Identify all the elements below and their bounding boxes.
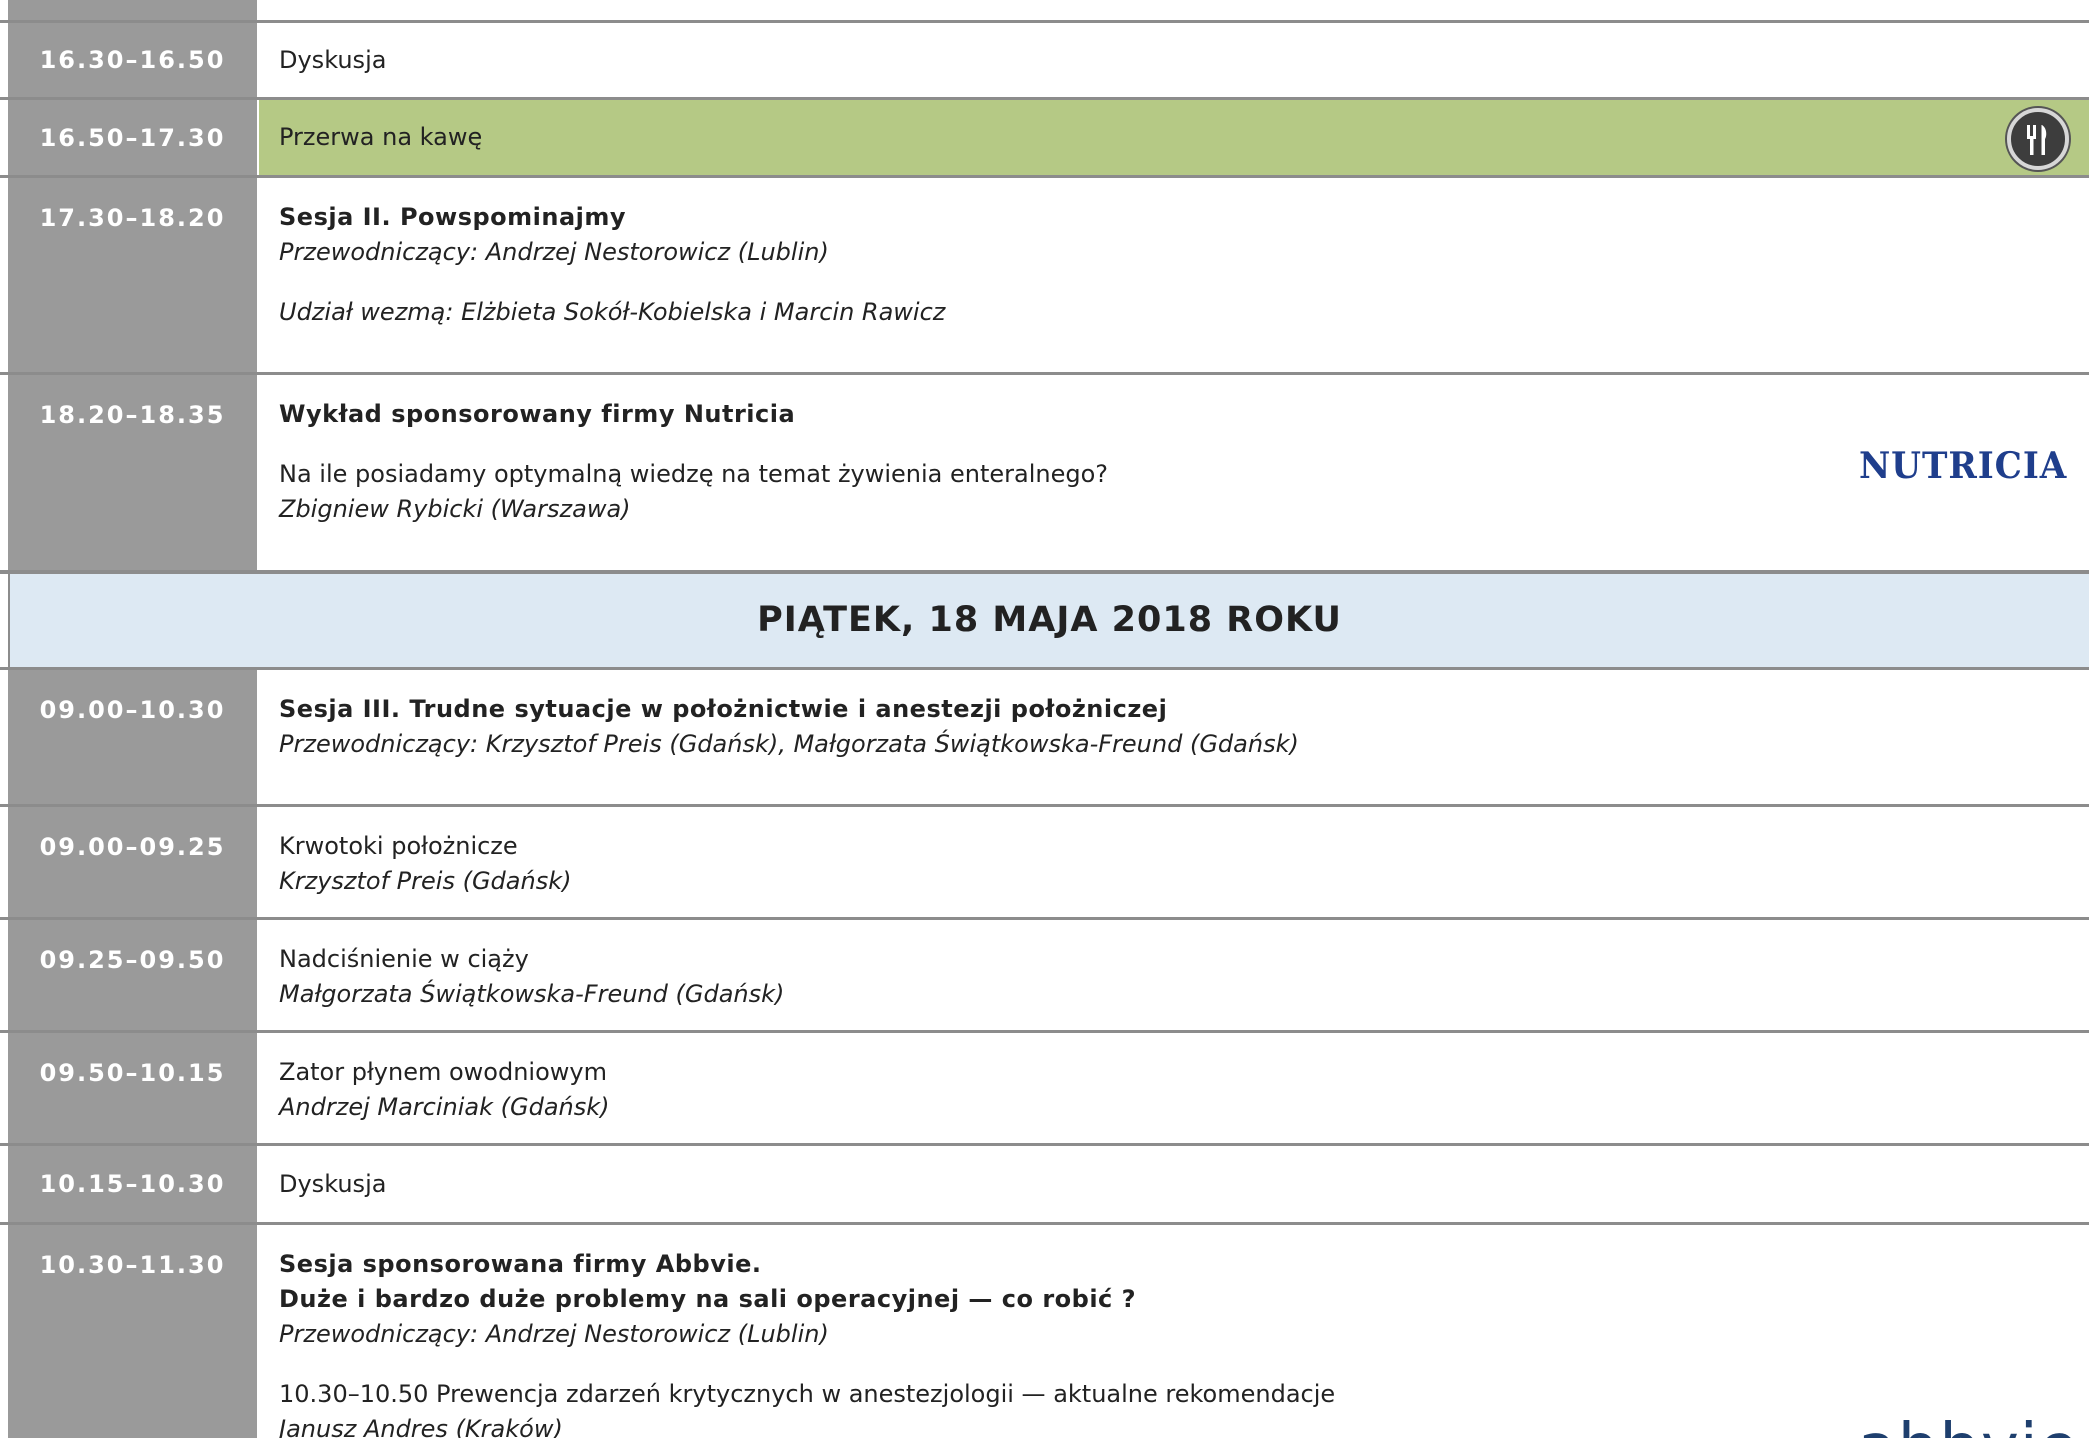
- session-title: Sesja II. Powspominajmy: [279, 203, 627, 231]
- schedule-row: 09.00–10.30 Sesja III. Trudne sytuacje w…: [0, 670, 2089, 804]
- session-content: Zator płynem owodniowym Andrzej Marcinia…: [259, 1033, 2089, 1143]
- session-title: Sesja III. Trudne sytuacje w położnictwi…: [279, 695, 1168, 723]
- break-label: Przerwa na kawę: [279, 123, 483, 151]
- lecture-topic: Nadciśnienie w ciąży: [279, 945, 529, 973]
- schedule-row: 18.20–18.35 Wykład sponsorowany firmy Nu…: [0, 375, 2089, 570]
- time-cell: 10.30–11.30: [8, 1225, 257, 1438]
- lecture-speaker: Andrzej Marciniak (Gdańsk): [279, 1093, 610, 1121]
- time-cell: 16.50–17.30: [8, 100, 257, 175]
- schedule-row: 09.50–10.15 Zator płynem owodniowym Andr…: [0, 1033, 2089, 1143]
- session-content: Krwotoki położnicze Krzysztof Preis (Gda…: [259, 807, 2089, 917]
- session-content: Sesja III. Trudne sytuacje w położnictwi…: [259, 670, 2089, 804]
- time-cell: [8, 0, 257, 20]
- schedule-row: 09.25–09.50 Nadciśnienie w ciąży Małgorz…: [0, 920, 2089, 1030]
- time-cell: 18.20–18.35: [8, 375, 257, 570]
- time-cell: 17.30–18.20: [8, 178, 257, 372]
- session-content: Sesja II. Powspominajmy Przewodniczący: …: [259, 178, 2089, 372]
- session-label: Dyskusja: [279, 1169, 387, 1198]
- lecture-speaker: Krzysztof Preis (Gdańsk): [279, 867, 572, 895]
- nutricia-logo: NUTRICIA: [1858, 445, 2067, 487]
- program-page: 16.30–16.50 Dyskusja 16.50–17.30 Przerwa…: [0, 0, 2089, 1438]
- session-text: Dyskusja: [259, 23, 2089, 97]
- time-cell: 09.50–10.15: [8, 1033, 257, 1143]
- session-subtitle: Duże i bardzo duże problemy na sali oper…: [279, 1285, 1137, 1313]
- time-cell: 16.30–16.50: [8, 23, 257, 97]
- session-chair: Przewodniczący: Krzysztof Preis (Gdańsk)…: [279, 730, 1299, 758]
- session-title: Sesja sponsorowana firmy Abbvie.: [279, 1250, 762, 1278]
- schedule-row: 10.15–10.30 Dyskusja: [0, 1146, 2089, 1222]
- session-content: Wykład sponsorowany firmy Nutricia Na il…: [259, 375, 2089, 570]
- break-cell: Przerwa na kawę: [259, 100, 2089, 175]
- schedule-row: 16.30–16.50 Dyskusja: [0, 23, 2089, 97]
- session-note: Udział wezmą: Elżbieta Sokół-Kobielska i…: [279, 298, 946, 326]
- lecture-speaker: Janusz Andres (Kraków): [279, 1415, 563, 1438]
- cutlery-icon: [2007, 108, 2069, 170]
- time-cell: 10.15–10.30: [8, 1146, 257, 1222]
- lecture-speaker: Małgorzata Świątkowska-Freund (Gdańsk): [279, 980, 785, 1008]
- time-cell: 09.00–10.30: [8, 670, 257, 804]
- session-content: Sesja sponsorowana firmy Abbvie. Duże i …: [259, 1225, 2089, 1438]
- time-cell: 09.00–09.25: [8, 807, 257, 917]
- schedule-row-break: 16.50–17.30 Przerwa na kawę: [0, 100, 2089, 175]
- schedule-row: 17.30–18.20 Sesja II. Powspominajmy Prze…: [0, 178, 2089, 372]
- session-content: Nadciśnienie w ciąży Małgorzata Świątkow…: [259, 920, 2089, 1030]
- lecture-topic: Zator płynem owodniowym: [279, 1058, 607, 1086]
- abbvie-logo: abbvie: [1858, 1416, 2080, 1438]
- schedule-row: 09.00–09.25 Krwotoki położnicze Krzyszto…: [0, 807, 2089, 917]
- time-cell: 09.25–09.50: [8, 920, 257, 1030]
- schedule-row: 10.30–11.30 Sesja sponsorowana firmy Abb…: [0, 1225, 2089, 1438]
- session-text: Dyskusja: [259, 1146, 2089, 1222]
- lecture-topic: Na ile posiadamy optymalną wiedzę na tem…: [279, 460, 1109, 488]
- previous-row-fragment: [0, 0, 2089, 20]
- session-chair: Przewodniczący: Andrzej Nestorowicz (Lub…: [279, 1320, 829, 1348]
- session-label: Dyskusja: [279, 45, 387, 74]
- session-title: Wykład sponsorowany firmy Nutricia: [279, 400, 796, 428]
- lecture-topic: Krwotoki położnicze: [279, 832, 518, 860]
- lecture-topic: 10.30–10.50 Prewencja zdarzeń krytycznyc…: [279, 1380, 1336, 1408]
- session-chair: Przewodniczący: Andrzej Nestorowicz (Lub…: [279, 238, 829, 266]
- lecture-speaker: Zbigniew Rybicki (Warszawa): [279, 495, 631, 523]
- day-header: PIĄTEK, 18 MAJA 2018 ROKU: [8, 574, 2089, 667]
